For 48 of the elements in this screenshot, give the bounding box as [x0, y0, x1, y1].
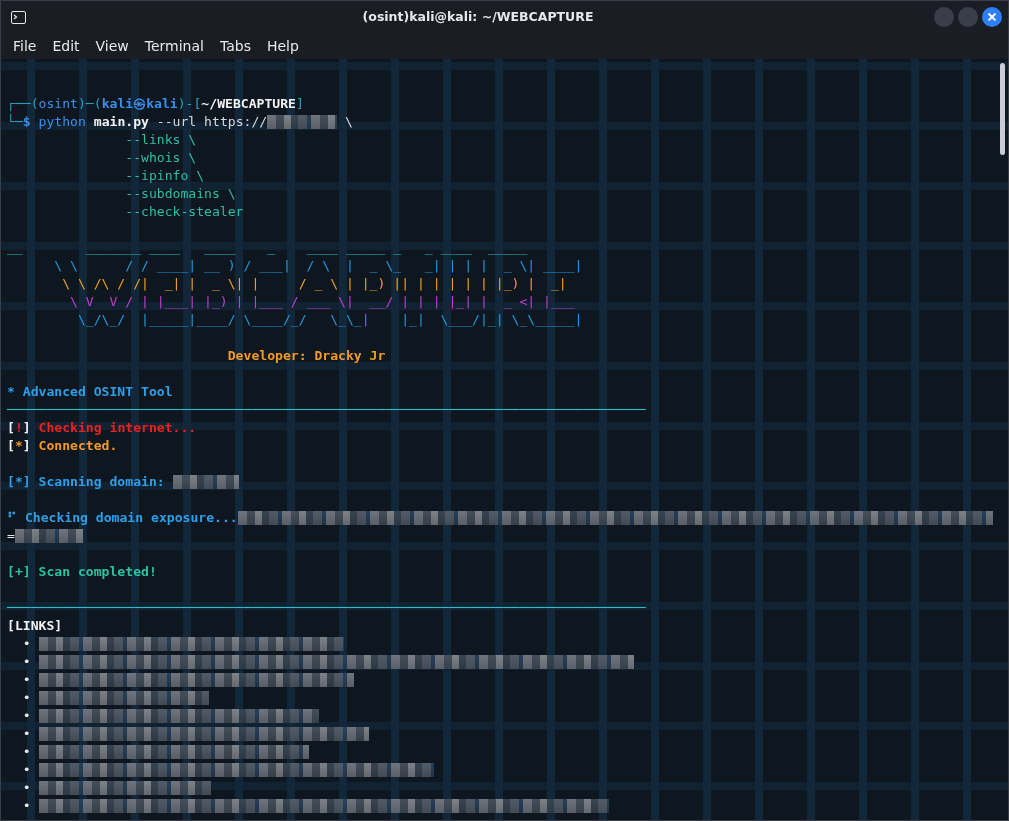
command-option: --ipinfo \: [7, 167, 205, 185]
scrollbar-thumb[interactable]: [999, 63, 1005, 155]
menu-item[interactable]: File: [5, 33, 45, 59]
menu-item[interactable]: Tabs: [211, 33, 259, 59]
terminal-text: =: [7, 527, 15, 545]
developer-credit: Developer: Dracky Jr: [226, 347, 386, 365]
menu-item[interactable]: Help: [258, 33, 307, 59]
ascii-banner-line: __ _______ ____ ____ _ ____ _____ _ _ ____ _____: [7, 239, 529, 257]
menu-item[interactable]: Edit: [44, 33, 88, 59]
command-option: --subdomains \: [7, 185, 236, 203]
bullet-point: •: [21, 797, 32, 815]
close-icon: [987, 12, 997, 22]
command-option: --check-stealer: [7, 203, 244, 221]
bullet-point: •: [21, 761, 32, 779]
command-option: --whois \: [7, 149, 197, 167]
divider-line: ─────────────────────────────────────────────────────────────────────────────────: [7, 599, 646, 617]
window-title: (osint)kali@kali: ~/WEBCAPTURE: [361, 7, 595, 26]
command-option: --links \: [7, 131, 197, 149]
bullet-point: •: [21, 653, 32, 671]
ascii-banner-line: \ \ / / ____| __ ) / ___| / \ | _ \_ _| | | | _ \| ____|: [53, 257, 583, 275]
bullet-point: •: [21, 689, 32, 707]
bullet-point: •: [21, 779, 32, 797]
section-heading: [LINKS]: [7, 617, 63, 635]
prompt-line: ┌──(osint)─(kali㉿kali)-[~/WEBCAPTURE]: [7, 95, 304, 113]
bullet-point: •: [21, 743, 32, 761]
redacted-text: [172, 475, 239, 489]
status-message: [*] Scanning domain:: [7, 473, 166, 491]
prompt-line: \: [344, 113, 353, 131]
menu-item[interactable]: View: [87, 33, 137, 59]
ascii-banner-line: \ \ /\ / /| _| | _ \| | / _ \ | |_) || | | | | | |_) | _|: [61, 275, 568, 293]
prompt-line: └─$ python main.py --url https://: [7, 113, 268, 131]
redacted-text: [14, 529, 83, 543]
close-button[interactable]: [982, 7, 1002, 27]
ascii-banner-line: \ V V / | |___| |_) | |___ / ___ \| __/ | | | |_| | _ <| |___: [69, 293, 576, 311]
divider-line: ─────────────────────────────────────────────────────────────────────────────────: [7, 401, 646, 419]
status-message: [!] Checking internet...: [7, 419, 197, 437]
bullet-point: •: [21, 707, 32, 725]
redacted-text: [267, 115, 338, 129]
bullet-point: •: [21, 725, 32, 743]
bullet-point: •: [21, 635, 32, 653]
status-message: ⠋ Checking domain exposure...: [7, 509, 238, 527]
status-message: [*] Connected.: [7, 437, 118, 455]
terminal-icon: [11, 10, 26, 24]
status-message: [+] Scan completed!: [7, 563, 157, 581]
menu-item[interactable]: Terminal: [136, 33, 212, 59]
bullet-point: •: [21, 671, 32, 689]
status-message: * Advanced OSINT Tool: [7, 383, 173, 401]
ascii-banner-line: \_/\_/ |_____|____/ \____/_/ \_\_| |_| \___/|_| \_\_____|: [76, 311, 583, 329]
